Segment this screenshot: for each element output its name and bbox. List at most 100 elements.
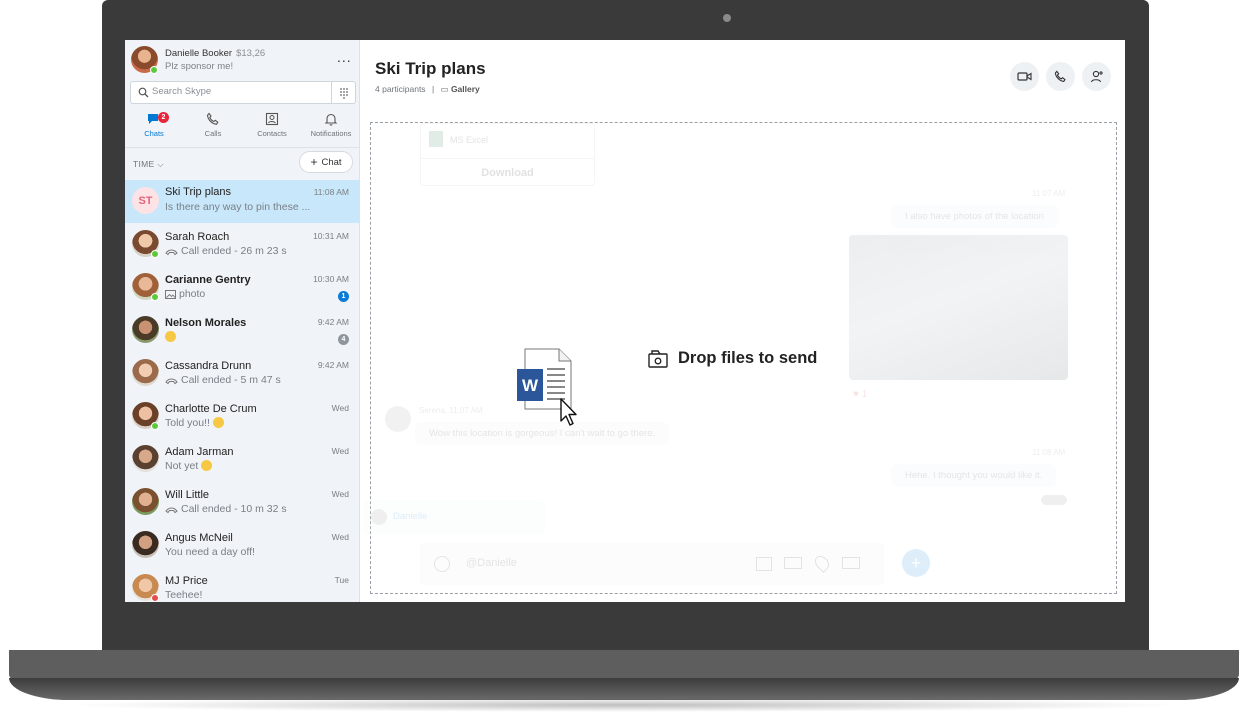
skype-credit[interactable]: $13,26	[236, 48, 265, 59]
heart-reaction-icon[interactable]: ♥ 1	[853, 389, 867, 400]
chat-preview-text: Told you!!	[165, 417, 210, 429]
chat-time: 10:30 AM	[313, 274, 349, 284]
search-input[interactable]	[152, 86, 322, 97]
chat-name: Will Little	[165, 489, 210, 501]
chat-preview: You need a day off!	[165, 546, 255, 558]
subtitle-separator: |	[431, 84, 435, 94]
worried-emoji-icon	[201, 460, 213, 471]
send-file-icon[interactable]	[756, 557, 772, 571]
file-card: MS Excel Download	[420, 123, 595, 186]
sort-dropdown[interactable]: TIME ⌵	[133, 159, 164, 170]
emoji-icon[interactable]	[434, 556, 450, 572]
mention-avatar	[371, 509, 387, 525]
party-emoji-icon	[165, 331, 176, 342]
tongue-emoji-icon	[212, 417, 224, 428]
search-icon	[138, 87, 149, 98]
conversation-pane: Ski Trip plans 4 participants | ▭ Galler…	[361, 40, 1125, 602]
drop-files-icon	[648, 350, 668, 368]
profile-name: Danielle Booker	[165, 48, 233, 59]
chats-badge: 2	[158, 112, 169, 123]
excel-icon	[429, 131, 443, 147]
chat-preview-text: Call ended - 5 m 47 s	[181, 374, 281, 386]
video-call-button[interactable]	[1010, 62, 1039, 91]
sender-meta: Serena, 11:07 AM	[419, 406, 483, 415]
tab-calls[interactable]: Calls	[184, 110, 242, 142]
dialpad-icon[interactable]	[331, 82, 355, 103]
list-item[interactable]: Will Little Call ended - 10 m 32 s Wed	[125, 481, 360, 524]
presence-online-icon	[151, 422, 159, 430]
chat-preview-text: photo	[179, 288, 206, 300]
list-item[interactable]: Sarah Roach Call ended - 26 m 23 s 10:31…	[125, 223, 360, 266]
avatar	[132, 316, 159, 343]
chat-preview-text: Call ended - 10 m 32 s	[181, 503, 287, 515]
message-time: 11:07 AM	[1032, 189, 1066, 198]
presence-online-icon	[151, 250, 159, 258]
chat-time: Wed	[331, 446, 349, 456]
chat-time: Wed	[331, 532, 349, 542]
add-participant-button[interactable]	[1082, 62, 1111, 91]
download-button[interactable]: Download	[421, 158, 594, 186]
list-item[interactable]: Angus McNeil You need a day off! Wed	[125, 524, 360, 567]
conversation-title[interactable]: Ski Trip plans	[375, 59, 486, 79]
audio-call-button[interactable]	[1046, 62, 1075, 91]
chat-preview-text: Not yet	[165, 460, 199, 472]
sort-label: TIME	[133, 159, 155, 169]
plus-icon: +	[310, 155, 318, 169]
mention-name: Danielle	[393, 511, 428, 522]
tab-notifications-label: Notifications	[310, 129, 352, 138]
chat-name: Angus McNeil	[165, 532, 233, 544]
file-name: MS Excel	[450, 135, 489, 145]
chat-time: Wed	[331, 489, 349, 499]
camera-dot	[723, 14, 731, 22]
location-icon[interactable]	[812, 553, 832, 573]
video-message-icon[interactable]	[842, 557, 860, 569]
presence-busy-icon	[151, 594, 159, 602]
skype-window: Danielle Booker $13,26 Plz sponsor me! ..…	[125, 40, 1125, 602]
search-box[interactable]	[130, 81, 356, 104]
profile-mood[interactable]: Plz sponsor me!	[165, 61, 233, 72]
tab-contacts[interactable]: Contacts	[243, 110, 301, 142]
read-receipt-avatars	[1041, 495, 1067, 505]
mention-suggestion[interactable]: Danielle	[363, 500, 545, 534]
profile-header[interactable]: Danielle Booker $13,26 Plz sponsor me! ..…	[131, 46, 356, 76]
tab-notifications[interactable]: Notifications	[302, 110, 360, 142]
list-item[interactable]: Nelson Morales 9:42 AM 4	[125, 309, 360, 352]
list-item[interactable]: ST Ski Trip plans Is there any way to pi…	[125, 180, 360, 223]
contacts-icon	[265, 112, 279, 126]
conversation-subtitle: 4 participants | ▭ Gallery	[375, 84, 480, 95]
tab-chats-label: Chats	[144, 129, 164, 138]
chat-name: Ski Trip plans	[165, 186, 232, 198]
tab-chats[interactable]: Chats 2	[125, 110, 183, 142]
chat-time: 9:42 AM	[317, 317, 349, 327]
list-item[interactable]: Adam Jarman Not yet Wed	[125, 438, 360, 481]
list-item[interactable]: Cassandra Drunn Call ended - 5 m 47 s 9:…	[125, 352, 360, 395]
compose-bar[interactable]: @Danielle	[420, 543, 884, 585]
avatar	[132, 531, 159, 558]
send-money-icon[interactable]	[784, 557, 802, 569]
message-bubble: I also have photos of the location	[891, 205, 1058, 228]
video-camera-icon	[1017, 72, 1032, 81]
mountain-photo[interactable]	[849, 235, 1068, 380]
nav-tabs: Chats 2 Calls Contacts Notifications	[125, 110, 360, 142]
chat-preview: photo	[165, 288, 315, 300]
add-button[interactable]: +	[902, 549, 930, 577]
list-item[interactable]: MJ Price Teehee! Tue	[125, 567, 360, 602]
chat-preview: Is there any way to pin these ...	[165, 201, 311, 213]
dragged-word-file-icon: W	[517, 347, 583, 432]
chat-time: 11:08 AM	[313, 187, 349, 197]
presence-online-icon	[151, 293, 159, 301]
message-input[interactable]: @Danielle	[466, 557, 517, 569]
more-options-icon[interactable]: ...	[337, 50, 352, 64]
file-drop-zone[interactable]: MS Excel Download 11:07 AM I also have p…	[363, 122, 1117, 594]
chat-preview: Told you!!	[165, 417, 315, 429]
chat-preview: Call ended - 26 m 23 s	[165, 245, 315, 257]
drop-files-label: Drop files to send	[678, 349, 818, 367]
message-time: 11:08 AM	[1032, 448, 1066, 457]
sender-avatar	[385, 406, 411, 432]
new-chat-button[interactable]: + Chat	[299, 151, 353, 173]
chat-preview: Teehee!	[165, 589, 203, 601]
gallery-link[interactable]: ▭ Gallery	[441, 84, 480, 94]
list-item[interactable]: Charlotte De Crum Told you!! Wed	[125, 395, 360, 438]
list-item[interactable]: Carianne Gentry photo 10:30 AM 1	[125, 266, 360, 309]
participants-count[interactable]: 4 participants	[375, 84, 426, 94]
